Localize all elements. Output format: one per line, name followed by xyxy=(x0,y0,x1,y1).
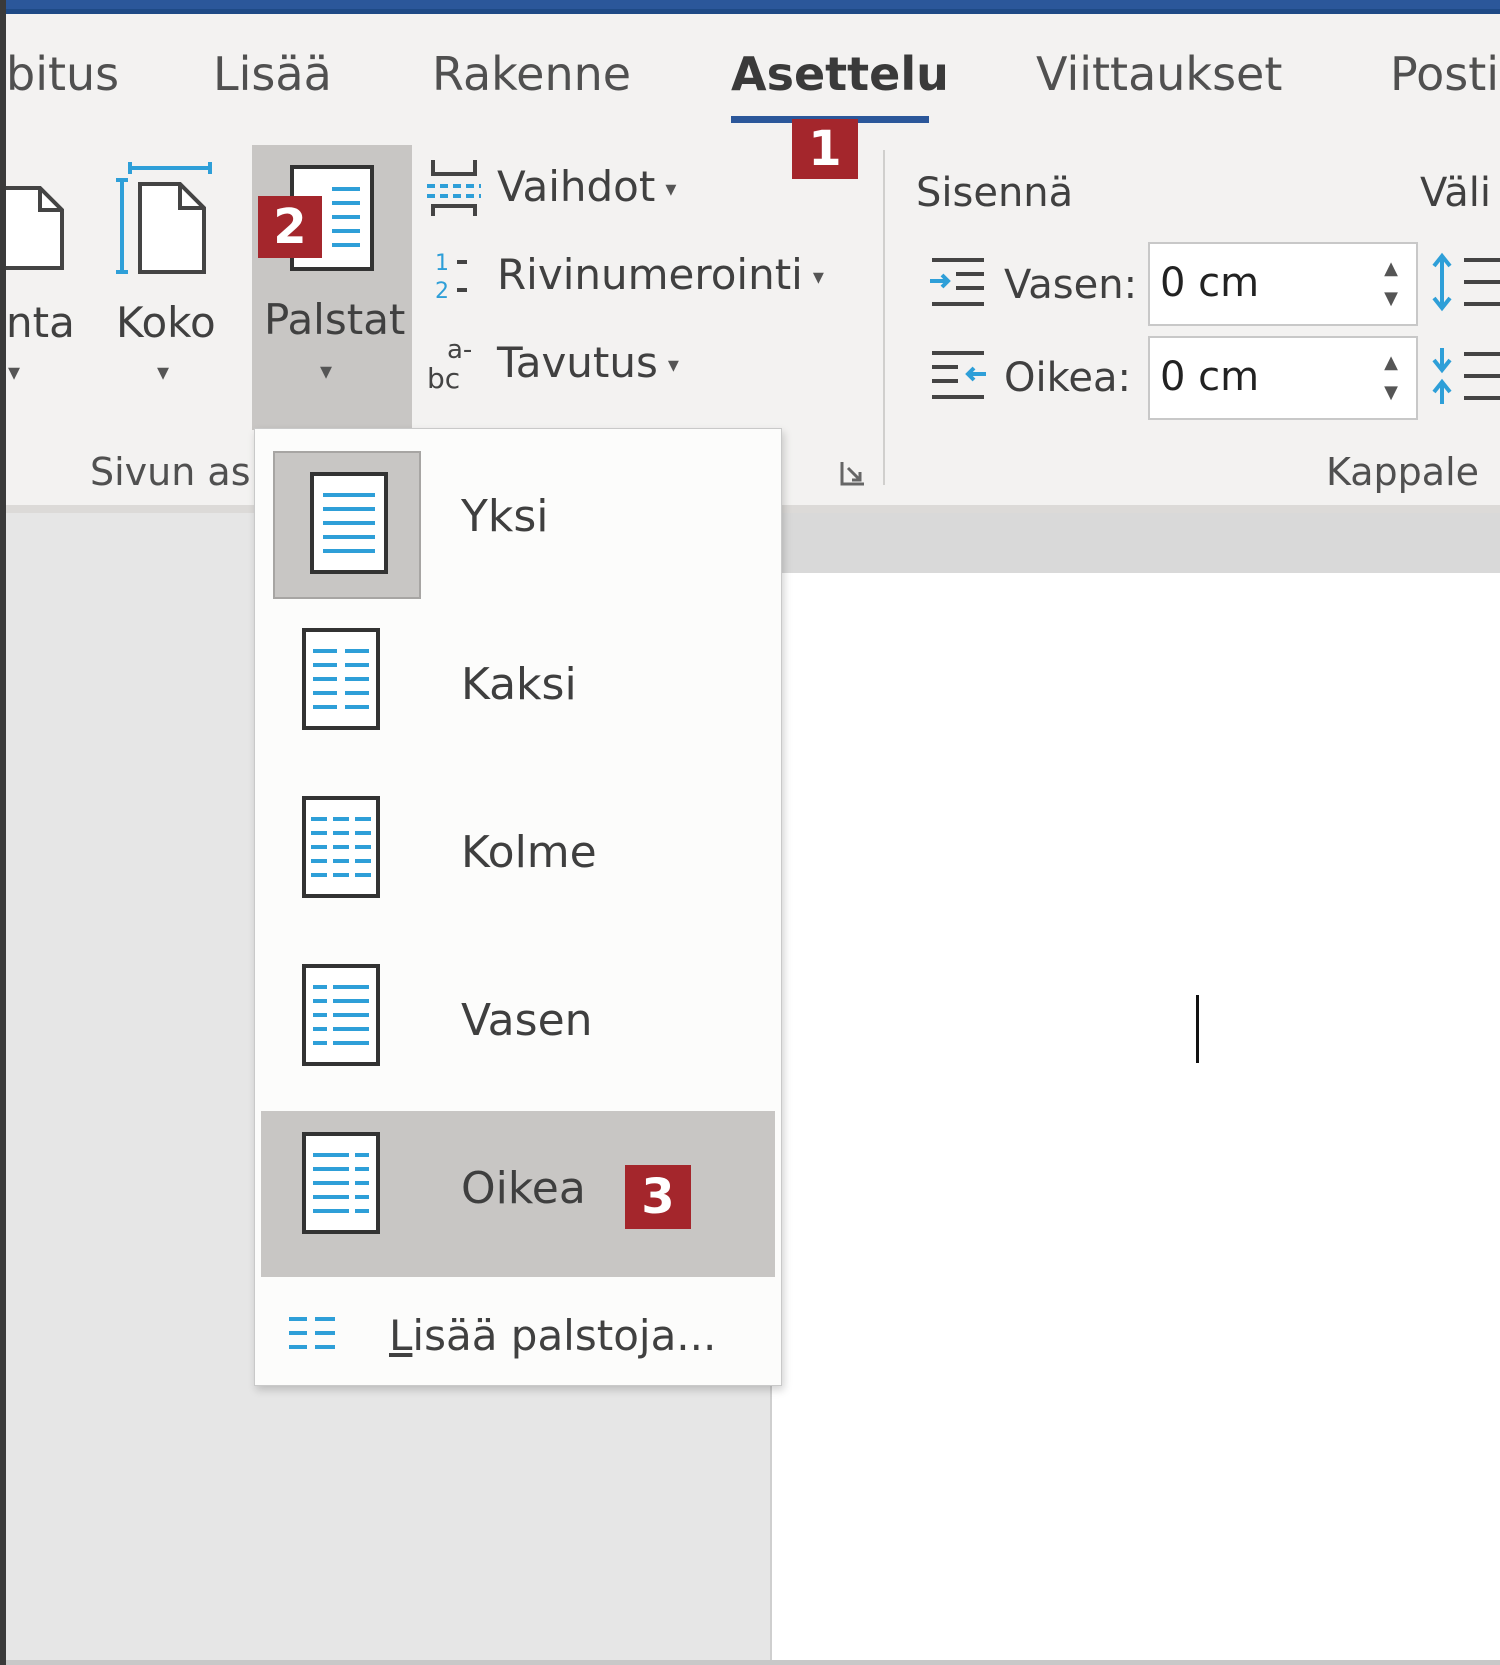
size-label: Koko xyxy=(116,298,216,347)
option-label: Kaksi xyxy=(461,659,577,710)
chevron-down-icon: ▾ xyxy=(157,358,170,386)
spacing-before-icon xyxy=(1432,252,1500,312)
orientation-label: nta xyxy=(6,298,75,347)
spin-down-icon[interactable]: ▼ xyxy=(1384,290,1398,308)
orientation-button[interactable]: nta ▾ xyxy=(6,170,75,390)
spacing-title: Väli xyxy=(1420,170,1491,216)
svg-text:bc: bc xyxy=(427,362,460,394)
option-label: Kolme xyxy=(461,827,597,878)
spin-up-icon[interactable]: ▲ xyxy=(1384,354,1398,372)
columns-option-one[interactable]: Yksi xyxy=(261,439,775,605)
dialog-launcher-icon[interactable] xyxy=(838,458,868,488)
svg-text:a-: a- xyxy=(447,335,472,365)
line-numbers-icon: 1 2 xyxy=(435,251,467,304)
tab-references[interactable]: Viittaukset xyxy=(1036,44,1282,104)
hyphenation-button[interactable]: a- bc Tavutus ▾ xyxy=(425,334,695,394)
spacing-after-icon xyxy=(1432,348,1500,404)
option-label: Vasen xyxy=(461,995,593,1046)
right-column-icon xyxy=(302,1132,380,1234)
text-cursor xyxy=(1196,995,1199,1063)
tab-layout[interactable]: Asettelu xyxy=(731,44,949,104)
chevron-down-icon: ▾ xyxy=(320,357,333,385)
breaks-label: Vaihdot xyxy=(497,162,656,211)
more-columns-label: Lisää palstoja... xyxy=(389,1311,717,1360)
columns-dropdown: Yksi Kaksi Kolme Vasen Oikea Lisää palst… xyxy=(254,428,782,1386)
right-indent-row: Oikea: xyxy=(928,343,1148,413)
columns-settings-icon xyxy=(289,1317,335,1349)
more-columns-item[interactable]: Lisää palstoja... xyxy=(261,1299,775,1375)
right-indent-input[interactable]: 0 cm ▲ ▼ xyxy=(1148,336,1418,420)
tab-design[interactable]: Rakenne xyxy=(432,44,631,104)
window-title-bar xyxy=(0,0,1500,14)
hyphenation-label: Tavutus xyxy=(497,338,658,387)
svg-text:2: 2 xyxy=(435,279,449,304)
svg-text:1: 1 xyxy=(435,251,449,276)
page-breaks-icon xyxy=(427,160,481,216)
document-page[interactable] xyxy=(770,573,1500,1665)
tab-mailings[interactable]: Posti xyxy=(1390,44,1499,104)
tab-insert[interactable]: Lisää xyxy=(213,44,332,104)
indent-right-icon xyxy=(932,351,986,399)
chevron-down-icon: ▾ xyxy=(667,353,679,378)
option-label: Yksi xyxy=(461,491,549,542)
step-badge-3: 3 xyxy=(625,1165,691,1229)
window-bottom-edge xyxy=(6,1660,1500,1665)
breaks-button[interactable]: Vaihdot ▾ xyxy=(425,158,705,218)
right-indent-label: Oikea: xyxy=(1004,355,1131,401)
left-indent-value: 0 cm xyxy=(1160,260,1260,306)
columns-option-left[interactable]: Vasen xyxy=(261,943,775,1109)
group-separator xyxy=(883,150,885,485)
three-columns-icon xyxy=(302,796,380,898)
left-indent-label: Vasen: xyxy=(1004,262,1138,308)
spin-up-icon[interactable]: ▲ xyxy=(1384,260,1398,278)
step-badge-1: 1 xyxy=(792,119,858,179)
chevron-down-icon: ▾ xyxy=(812,265,824,290)
indent-left-icon xyxy=(930,258,984,306)
page-setup-group-label: Sivun as xyxy=(90,450,251,494)
left-indent-input[interactable]: 0 cm ▲ ▼ xyxy=(1148,242,1418,326)
hyphenation-icon: a- bc xyxy=(427,335,472,394)
columns-option-two[interactable]: Kaksi xyxy=(261,607,775,773)
columns-button[interactable]: Palstat ▾ xyxy=(252,145,412,430)
one-column-icon xyxy=(310,472,388,574)
right-indent-value: 0 cm xyxy=(1160,354,1260,400)
tab-partial[interactable]: bitus xyxy=(6,44,119,104)
step-badge-2: 2 xyxy=(258,196,322,258)
ruler-strip xyxy=(770,513,1500,573)
selected-option-frame xyxy=(273,451,421,599)
left-column-icon xyxy=(302,964,380,1066)
left-indent-row: Vasen: xyxy=(928,250,1148,320)
columns-option-right[interactable]: Oikea xyxy=(261,1111,775,1277)
option-label: Oikea xyxy=(461,1163,586,1214)
line-numbers-label: Rivinumerointi xyxy=(497,250,803,299)
orientation-icon xyxy=(6,186,64,270)
indent-title: Sisennä xyxy=(916,170,1074,216)
columns-label: Palstat xyxy=(264,295,406,344)
paragraph-group-label: Kappale xyxy=(1326,450,1480,494)
columns-option-three[interactable]: Kolme xyxy=(261,775,775,941)
chevron-down-icon: ▾ xyxy=(665,177,677,202)
line-numbers-button[interactable]: 1 2 Rivinumerointi ▾ xyxy=(425,246,825,306)
chevron-down-icon: ▾ xyxy=(8,358,21,386)
spin-down-icon[interactable]: ▼ xyxy=(1384,384,1398,402)
page-size-icon xyxy=(116,162,212,274)
two-columns-icon xyxy=(302,628,380,730)
size-button[interactable]: Koko ▾ xyxy=(110,160,230,400)
